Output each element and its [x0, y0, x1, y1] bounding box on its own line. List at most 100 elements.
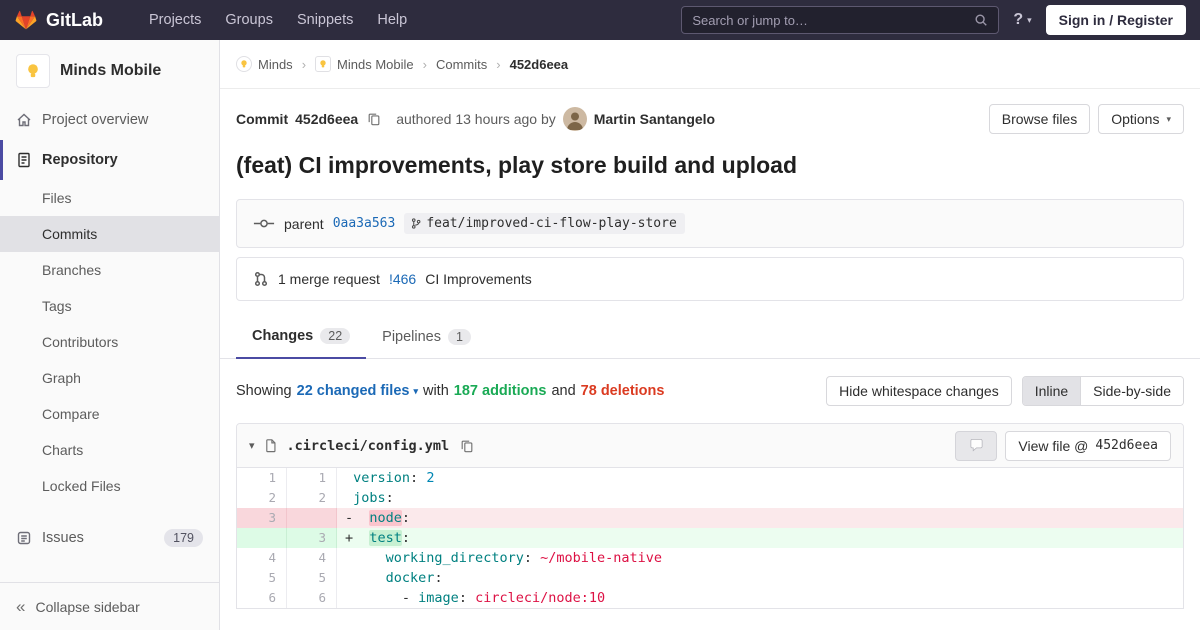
- issues-count-badge: 179: [164, 529, 203, 547]
- code-line: + test:: [345, 530, 411, 546]
- mr-ref-link[interactable]: !466: [389, 271, 416, 287]
- mr-title: CI Improvements: [425, 271, 532, 287]
- old-line-number[interactable]: 2: [237, 488, 287, 508]
- diff-filename[interactable]: .circleci/config.yml: [287, 438, 450, 454]
- nav-item-groups[interactable]: Groups: [213, 12, 285, 28]
- help-dropdown[interactable]: ? ▾: [1013, 11, 1031, 29]
- parent-label: parent: [284, 215, 324, 232]
- old-line-number[interactable]: 1: [237, 468, 287, 488]
- help-icon: ?: [1013, 11, 1024, 28]
- branch-name: feat/improved-ci-flow-play-store: [426, 216, 677, 231]
- authored-text: authored 13 hours ago by: [396, 111, 556, 127]
- primary-nav: Projects Groups Snippets Help: [137, 12, 419, 28]
- branch-ref-pill[interactable]: feat/improved-ci-flow-play-store: [404, 213, 685, 234]
- diff-view-mode-toggle: Inline Side-by-side: [1021, 376, 1184, 406]
- code-line: docker:: [385, 570, 443, 586]
- changed-files-dropdown[interactable]: 22 changed files ▾: [297, 383, 418, 399]
- new-line-number[interactable]: [287, 508, 337, 528]
- collapse-sidebar-button[interactable]: « Collapse sidebar: [0, 582, 219, 630]
- group-avatar: [236, 56, 252, 72]
- breadcrumb-separator: ›: [301, 56, 307, 72]
- sidebar-item-locked-files[interactable]: Locked Files: [0, 468, 219, 504]
- diff-file-card: ▾ .circleci/config.yml View file @ 452d6…: [236, 423, 1184, 609]
- old-line-number[interactable]: [237, 528, 287, 548]
- options-label: Options: [1111, 111, 1160, 127]
- breadcrumb-item-commits[interactable]: Commits: [436, 57, 487, 72]
- branch-icon: [410, 217, 422, 230]
- old-line-number[interactable]: 4: [237, 548, 287, 568]
- double-chevron-left-icon: «: [16, 597, 26, 616]
- new-line-number[interactable]: 1: [287, 468, 337, 488]
- commit-sha: 452d6eea: [295, 111, 359, 127]
- sidebar-item-compare[interactable]: Compare: [0, 396, 219, 432]
- tab-pipelines[interactable]: Pipelines 1: [366, 315, 487, 358]
- code-line: - image: circleci/node:10: [353, 590, 606, 606]
- mr-count-text: 1 merge request: [278, 271, 380, 287]
- copy-filepath-button[interactable]: [458, 437, 476, 455]
- sidebar-item-label: Issues: [42, 530, 84, 546]
- options-dropdown-button[interactable]: Options ▾: [1098, 104, 1184, 134]
- sidebar-item-tags[interactable]: Tags: [0, 288, 219, 324]
- search-icon: [974, 13, 988, 27]
- top-navbar: GitLab Projects Groups Snippets Help Sea…: [0, 0, 1200, 40]
- search-input[interactable]: Search or jump to…: [681, 6, 1000, 34]
- new-line-number[interactable]: 3: [287, 528, 337, 548]
- nav-item-help[interactable]: Help: [365, 12, 419, 28]
- new-line-number[interactable]: 2: [287, 488, 337, 508]
- sidebar-item-graph[interactable]: Graph: [0, 360, 219, 396]
- nav-item-snippets[interactable]: Snippets: [285, 12, 365, 28]
- additions-count: 187 additions: [453, 383, 547, 399]
- new-line-number[interactable]: 6: [287, 588, 337, 608]
- new-line-number[interactable]: 5: [287, 568, 337, 588]
- sidebar-item-charts[interactable]: Charts: [0, 432, 219, 468]
- sidebar-item-branches[interactable]: Branches: [0, 252, 219, 288]
- project-header[interactable]: Minds Mobile: [0, 40, 219, 100]
- view-mode-inline[interactable]: Inline: [1022, 377, 1081, 405]
- code-line: - node:: [345, 510, 411, 526]
- sidebar-item-files[interactable]: Files: [0, 180, 219, 216]
- sidebar-item-project-overview[interactable]: Project overview: [0, 100, 219, 140]
- sidebar-item-issues[interactable]: Issues 179: [0, 518, 219, 558]
- code-line: jobs:: [353, 490, 394, 506]
- view-mode-side-by-side[interactable]: Side-by-side: [1080, 377, 1183, 405]
- browse-files-button[interactable]: Browse files: [988, 104, 1091, 134]
- gitlab-logo-icon[interactable]: [14, 8, 38, 32]
- tab-label: Changes: [252, 328, 314, 344]
- toggle-comments-button[interactable]: [955, 430, 998, 461]
- breadcrumb-item-minds-mobile[interactable]: Minds Mobile: [315, 56, 414, 72]
- sidebar-item-commits[interactable]: Commits: [0, 216, 219, 252]
- view-file-button[interactable]: View file @ 452d6eea: [1005, 430, 1171, 461]
- old-line-number[interactable]: 5: [237, 568, 287, 588]
- tab-changes[interactable]: Changes 22: [236, 315, 367, 359]
- old-line-number[interactable]: 6: [237, 588, 287, 608]
- commit-icon: [253, 217, 275, 230]
- sidebar-item-label: Project overview: [42, 112, 149, 128]
- sidebar-item-repository[interactable]: Repository: [0, 140, 219, 180]
- breadcrumb-separator: ›: [496, 56, 501, 72]
- chevron-down-icon: ▾: [1166, 113, 1171, 124]
- with-label: with: [422, 383, 449, 399]
- diff-row: 55 docker:: [237, 568, 1183, 588]
- sign-in-button[interactable]: Sign in / Register: [1045, 5, 1186, 35]
- old-line-number[interactable]: 3: [237, 508, 287, 528]
- diff-row: 44 working_directory: ~/mobile-native: [237, 548, 1183, 568]
- diff-file-header: ▾ .circleci/config.yml View file @ 452d6…: [237, 424, 1183, 468]
- author-name[interactable]: Martin Santangelo: [594, 111, 715, 127]
- commit-meta-row: Commit 452d6eea authored 13 hours ago by…: [220, 89, 1200, 142]
- sidebar-item-contributors[interactable]: Contributors: [0, 324, 219, 360]
- parent-sha-link[interactable]: 0aa3a563: [333, 216, 396, 231]
- author-avatar[interactable]: [562, 107, 587, 131]
- nav-item-projects[interactable]: Projects: [137, 12, 213, 28]
- tab-count-badge: 1: [448, 328, 471, 345]
- hide-whitespace-button[interactable]: Hide whitespace changes: [826, 376, 1012, 406]
- gitlab-wordmark[interactable]: GitLab: [46, 10, 103, 31]
- collapse-diff-icon[interactable]: ▾: [249, 439, 255, 452]
- breadcrumb-label: Commits: [435, 56, 488, 72]
- repository-subnav: Files Commits Branches Tags Contributors Grap…: [0, 180, 219, 504]
- collapse-sidebar-label: Collapse sidebar: [35, 598, 140, 615]
- copy-commit-sha-button[interactable]: [365, 110, 383, 128]
- breadcrumb-label: Minds: [258, 56, 293, 72]
- new-line-number[interactable]: 4: [287, 548, 337, 568]
- breadcrumb-item-minds[interactable]: Minds: [236, 56, 293, 72]
- search-placeholder: Search or jump to…: [692, 12, 808, 28]
